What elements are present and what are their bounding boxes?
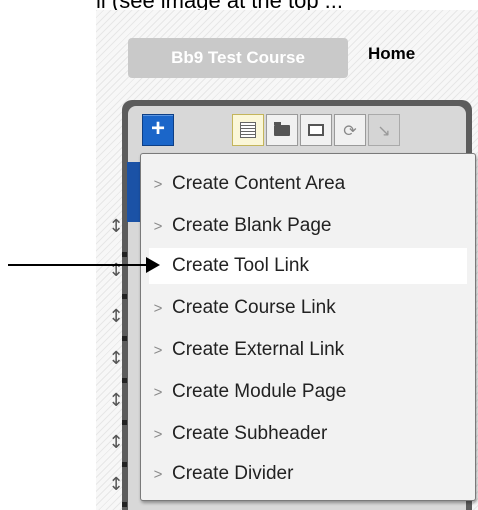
- menu-item-create-course-link[interactable]: > Create Course Link: [149, 290, 467, 326]
- row-bullet: [122, 378, 127, 383]
- chevron-right-icon: >: [153, 175, 163, 193]
- row-bullet: [122, 420, 127, 425]
- window-view-button[interactable]: [300, 114, 332, 146]
- folder-icon: [274, 121, 290, 136]
- pointer-arrow-icon: [146, 257, 160, 273]
- row-bullet: [122, 462, 127, 467]
- menu-item-label: Create External Link: [172, 339, 345, 360]
- drag-handle-icon[interactable]: ↕: [108, 216, 124, 238]
- arrow-down-icon: ↘: [377, 120, 391, 140]
- row-bullet: [122, 336, 127, 341]
- menu-item-create-module-page[interactable]: > Create Module Page: [149, 374, 467, 410]
- menu-item-create-divider[interactable]: > Create Divider: [149, 456, 467, 492]
- arrow-down-button[interactable]: ↘: [368, 114, 400, 146]
- pointer-arrow-line: [8, 264, 148, 266]
- menu-item-label: Create Subheader: [172, 423, 328, 444]
- row-bullet: [122, 252, 127, 257]
- menu-item-label: Create Divider: [172, 463, 294, 484]
- refresh-icon: ⟳: [343, 120, 357, 140]
- drag-handle-icon[interactable]: ↕: [108, 390, 124, 412]
- list-view-button[interactable]: [232, 114, 264, 146]
- window-icon: [308, 124, 324, 136]
- menu-item-create-tool-link[interactable]: Create Tool Link: [149, 248, 467, 284]
- chevron-right-icon: >: [153, 425, 163, 443]
- chevron-right-icon: >: [153, 341, 163, 359]
- menu-item-label: Create Module Page: [172, 381, 347, 402]
- menu-item-label: Create Blank Page: [172, 215, 332, 236]
- menu-item-label: Create Course Link: [172, 297, 336, 318]
- menu-item-create-subheader[interactable]: > Create Subheader: [149, 416, 467, 452]
- folder-view-button[interactable]: [266, 114, 298, 146]
- menu-item-create-blank-page[interactable]: > Create Blank Page: [149, 208, 467, 244]
- menu-item-create-external-link[interactable]: > Create External Link: [149, 332, 467, 368]
- course-name-tab[interactable]: Bb9 Test Course: [128, 38, 348, 78]
- drag-handle-icon[interactable]: ↕: [108, 474, 124, 496]
- row-bullet: [122, 502, 127, 507]
- add-menu-item-button[interactable]: +: [142, 114, 174, 146]
- chevron-right-icon: >: [153, 299, 163, 317]
- drag-handle-icon[interactable]: ↕: [108, 432, 124, 454]
- drag-handle-icon[interactable]: ↕: [108, 306, 124, 328]
- refresh-button[interactable]: ⟳: [334, 114, 366, 146]
- menu-item-label: Create Tool Link: [172, 255, 309, 276]
- drag-handle-icon[interactable]: ↕: [108, 348, 124, 370]
- home-tab[interactable]: Home: [368, 44, 415, 64]
- menu-item-create-content-area[interactable]: > Create Content Area: [149, 166, 467, 202]
- create-menu-dropdown: > Create Content Area > Create Blank Pag…: [140, 153, 476, 501]
- chevron-right-icon: >: [153, 465, 163, 483]
- chevron-right-icon: >: [153, 217, 163, 235]
- row-bullet: [122, 294, 127, 299]
- menu-item-label: Create Content Area: [172, 173, 346, 194]
- chevron-right-icon: >: [153, 383, 163, 401]
- course-menu-side-column: ↕ ↕ ↕ ↕ ↕ ↕ ↕: [96, 210, 142, 510]
- list-icon: [240, 122, 256, 138]
